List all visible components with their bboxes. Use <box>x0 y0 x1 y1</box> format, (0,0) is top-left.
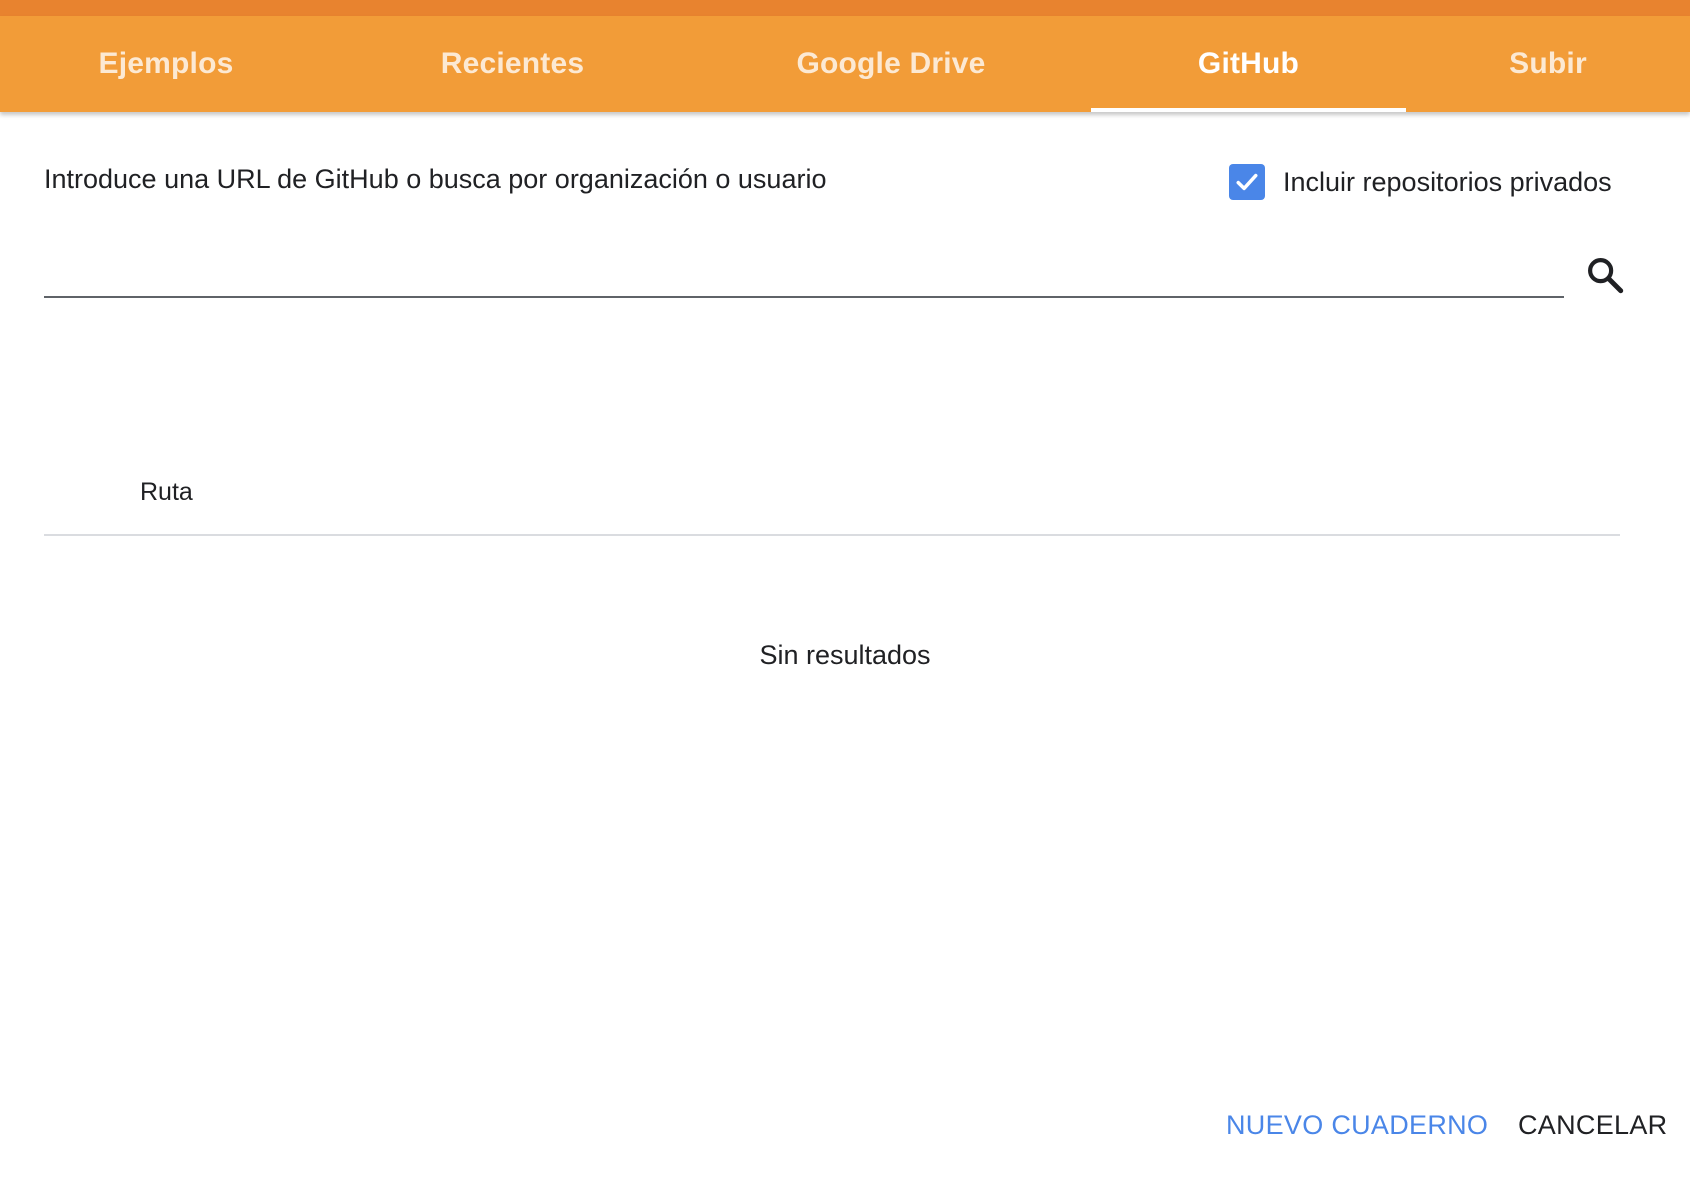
search-button[interactable] <box>1580 250 1630 300</box>
dialog-top-strip <box>0 0 1690 16</box>
new-notebook-button[interactable]: NUEVO CUADERNO <box>1226 1110 1488 1141</box>
table-divider <box>44 534 1620 536</box>
tab-recientes[interactable]: Recientes <box>350 16 675 112</box>
cancel-button[interactable]: CANCELAR <box>1518 1110 1667 1141</box>
search-icon <box>1588 258 1624 294</box>
tab-ejemplos[interactable]: Ejemplos <box>0 16 332 112</box>
tab-bar: Ejemplos Recientes Google Drive GitHub S… <box>0 16 1690 112</box>
include-private-repos-label: Incluir repositorios privados <box>1283 166 1612 197</box>
column-header-ruta[interactable]: Ruta <box>140 478 193 507</box>
github-search-prompt: Introduce una URL de GitHub o busca por … <box>44 164 827 194</box>
active-tab-indicator <box>1091 108 1406 112</box>
empty-results-message: Sin resultados <box>759 640 931 670</box>
checkmark-icon <box>1236 173 1258 191</box>
include-private-repos-toggle[interactable]: Incluir repositorios privados <box>1229 164 1612 200</box>
tab-subir[interactable]: Subir <box>1406 16 1690 112</box>
tab-github[interactable]: GitHub <box>1091 16 1406 112</box>
github-search-input[interactable] <box>44 236 1564 298</box>
open-notebook-dialog: Ejemplos Recientes Google Drive GitHub S… <box>0 0 1690 1180</box>
tab-google-drive[interactable]: Google Drive <box>735 16 1047 112</box>
include-private-repos-checkbox[interactable] <box>1229 164 1265 200</box>
